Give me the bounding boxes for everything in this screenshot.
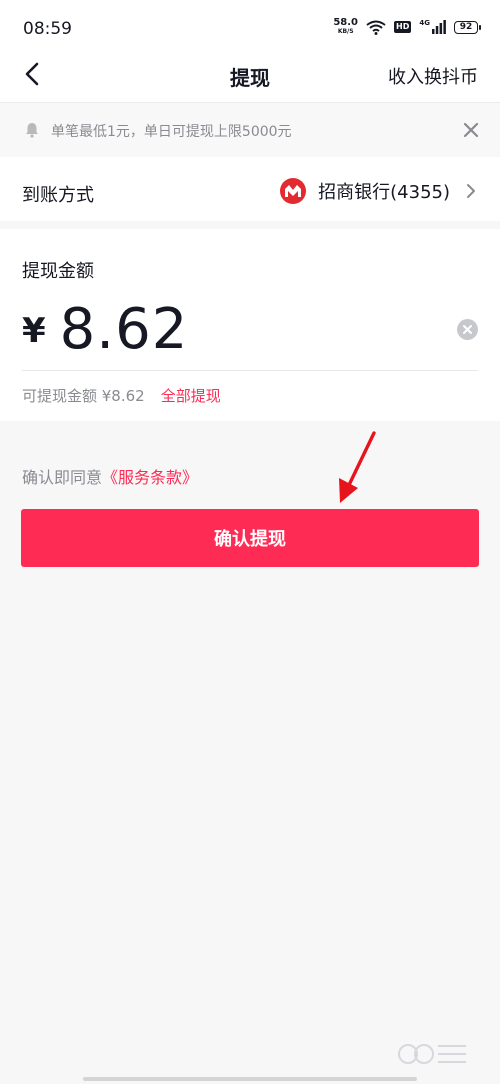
watermark-logo-icon — [398, 1044, 466, 1064]
clear-icon[interactable] — [457, 319, 478, 340]
amount-card: 提现金额 ¥ 8.62 可提现金额 ¥8.62 全部提现 — [0, 229, 500, 421]
signal-bars-icon — [432, 20, 446, 34]
divider — [22, 370, 478, 371]
hd-badge: HD — [394, 21, 412, 33]
withdraw-all-link[interactable]: 全部提现 — [161, 385, 221, 406]
signal-type-label: 4G — [419, 19, 430, 27]
payout-method-label: 到账方式 — [22, 185, 94, 206]
bell-icon — [26, 123, 38, 138]
payout-method-row[interactable]: 到账方式 招商银行(4355) — [0, 157, 500, 229]
status-time: 08:59 — [23, 19, 72, 39]
nav-bar: 提现 收入换抖币 — [0, 48, 500, 103]
bank-name: 招商银行(4355) — [318, 182, 450, 203]
network-speed-value: 58.0 — [333, 17, 359, 28]
terms-prefix: 确认即同意 — [22, 468, 103, 487]
chevron-right-icon — [467, 184, 475, 198]
status-bar: 08:59 58.0 KB/S HD 4G 92 — [0, 0, 500, 48]
network-speed-unit: KB/S — [337, 28, 354, 35]
status-icons: 58.0 KB/S HD 4G 92 — [333, 18, 481, 36]
battery-icon: 92 — [454, 20, 481, 34]
available-amount: 可提现金额 ¥8.62 — [22, 387, 145, 405]
confirm-withdraw-button[interactable]: 确认提现 — [21, 509, 479, 567]
notice-bar: 单笔最低1元，单日可提现上限5000元 — [0, 103, 500, 157]
network-speed: 58.0 KB/S — [333, 18, 358, 36]
terms-of-service-link[interactable]: 《服务条款》 — [102, 464, 198, 488]
notice-text: 单笔最低1元，单日可提现上限5000元 — [51, 124, 292, 140]
amount-label: 提现金额 — [22, 261, 94, 282]
amount-input[interactable]: ¥ 8.62 — [22, 293, 452, 365]
amount-value: 8.62 — [59, 296, 189, 362]
currency-symbol: ¥ — [22, 311, 46, 351]
home-indicator[interactable] — [83, 1077, 417, 1081]
annotation-arrow-icon — [339, 431, 376, 503]
available-balance-row: 可提现金额 ¥8.62 全部提现 — [22, 385, 221, 406]
bank-selector[interactable]: 招商银行(4355) — [280, 178, 478, 204]
china-merchants-bank-logo — [280, 178, 307, 204]
close-icon[interactable] — [462, 121, 480, 139]
exchange-coins-link[interactable]: 收入换抖币 — [388, 63, 478, 89]
cellular-signal-icon: 4G — [419, 20, 446, 34]
wifi-icon — [366, 20, 386, 35]
terms-row: 确认即同意 《服务条款》 — [22, 464, 198, 488]
